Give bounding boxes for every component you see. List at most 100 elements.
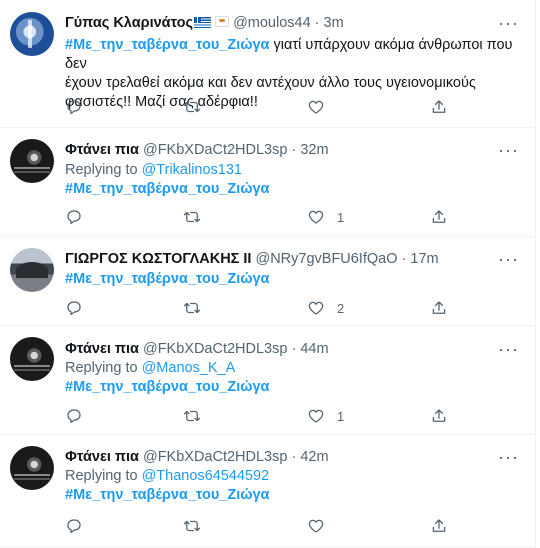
replying-to-label: Replying to (65, 360, 142, 376)
tweet-actions (65, 97, 465, 117)
like-button[interactable] (307, 97, 337, 117)
tweet-header: Φτάνει πια @FKbXDaCt2HDL3sp · 42m (65, 448, 496, 466)
reply-icon (65, 208, 83, 226)
like-count: 1 (337, 408, 345, 424)
more-icon[interactable]: ··· (498, 14, 518, 38)
hashtag-link[interactable]: #Με_την_ταβέρνα_του_Ζιώγα (65, 181, 269, 197)
reply-icon (65, 98, 83, 116)
like-count: 1 (337, 209, 345, 225)
avatar[interactable] (10, 12, 54, 56)
greek-flag-icon (194, 17, 212, 28)
timestamp[interactable]: 3m (324, 15, 344, 31)
tweet[interactable]: Φτάνει πια @FKbXDaCt2HDL3sp · 32m ··· Re… (0, 128, 536, 237)
hashtag-link[interactable]: #Με_την_ταβέρνα_του_Ζιώγα (65, 271, 269, 287)
like-icon (307, 98, 325, 116)
mention-link[interactable]: @Thanos64544592 (142, 468, 270, 484)
timestamp[interactable]: 32m (300, 142, 328, 158)
retweet-icon (183, 407, 201, 425)
share-button[interactable] (430, 97, 448, 117)
share-button[interactable] (430, 406, 448, 426)
like-button[interactable]: 2 (307, 298, 344, 318)
like-count: 2 (337, 300, 345, 316)
like-icon (307, 517, 325, 535)
reply-button[interactable] (65, 207, 83, 227)
avatar[interactable] (10, 337, 54, 381)
replying-to-label: Replying to (65, 162, 142, 178)
hashtag-link[interactable]: #Με_την_ταβέρνα_του_Ζιώγα (65, 487, 269, 503)
mention-link[interactable]: @Trikalinos131 (142, 162, 242, 178)
reply-button[interactable] (65, 516, 83, 536)
tweet-text: Replying to @Thanos64544592 #Με_την_ταβέ… (65, 467, 518, 505)
tweet-header: Φτάνει πια @FKbXDaCt2HDL3sp · 32m (65, 141, 496, 159)
timestamp[interactable]: 44m (300, 341, 328, 357)
like-button[interactable] (307, 516, 337, 536)
tweet[interactable]: Φτάνει πια @FKbXDaCt2HDL3sp · 44m ··· Re… (0, 326, 536, 435)
author-handle[interactable]: @FKbXDaCt2HDL3sp (143, 449, 287, 465)
retweet-button[interactable] (183, 207, 201, 227)
retweet-icon (183, 517, 201, 535)
separator: · (310, 15, 324, 31)
like-button[interactable]: 1 (307, 406, 344, 426)
tweet-text: Replying to @Manos_K_A #Με_την_ταβέρνα_τ… (65, 359, 518, 397)
tweet-actions: 1 (65, 207, 465, 227)
share-icon (430, 407, 448, 425)
like-icon (307, 208, 325, 226)
retweet-button[interactable] (183, 298, 201, 318)
like-button[interactable]: 1 (307, 207, 344, 227)
like-icon (307, 299, 325, 317)
timestamp[interactable]: 17m (410, 251, 438, 267)
separator: · (287, 142, 301, 158)
separator: · (287, 449, 301, 465)
separator: · (287, 341, 301, 357)
separator: · (397, 251, 411, 267)
share-icon (430, 299, 448, 317)
reply-button[interactable] (65, 298, 83, 318)
author-name[interactable]: ΓΙΩΡΓΟΣ ΚΩΣΤΟΓΛΑΚΗΣ ΙΙ (65, 251, 251, 267)
share-icon (430, 517, 448, 535)
cyprus-flag-icon (215, 16, 230, 27)
tweet-text: #Με_την_ταβέρνα_του_Ζιώγα (65, 270, 518, 289)
retweet-icon (183, 208, 201, 226)
reply-button[interactable] (65, 406, 83, 426)
retweet-icon (183, 98, 201, 116)
hashtag-link[interactable]: #Με_την_ταβέρνα_του_Ζιώγα (65, 37, 269, 53)
tweet-actions: 2 (65, 298, 465, 318)
author-handle[interactable]: @NRy7gvBFU6IfQaO (255, 251, 397, 267)
tweet-feed: Γύπας Κλαρινάτος @moulos44 · 3m ··· #Με_τ… (0, 0, 536, 548)
reply-icon (65, 407, 83, 425)
hashtag-link[interactable]: #Με_την_ταβέρνα_του_Ζιώγα (65, 379, 269, 395)
tweet-header: Φτάνει πια @FKbXDaCt2HDL3sp · 44m (65, 340, 496, 358)
mention-link[interactable]: @Manos_K_A (142, 360, 236, 376)
like-icon (307, 407, 325, 425)
tweet[interactable]: Γύπας Κλαρινάτος @moulos44 · 3m ··· #Με_τ… (0, 0, 536, 128)
author-handle[interactable]: @FKbXDaCt2HDL3sp (143, 142, 287, 158)
author-name[interactable]: Φτάνει πια (65, 449, 139, 465)
avatar[interactable] (10, 446, 54, 490)
tweet-header: Γύπας Κλαρινάτος @moulos44 · 3m (65, 14, 496, 32)
retweet-button[interactable] (183, 516, 201, 536)
avatar[interactable] (10, 248, 54, 292)
share-button[interactable] (430, 516, 448, 536)
reply-icon (65, 299, 83, 317)
reply-button[interactable] (65, 97, 83, 117)
avatar[interactable] (10, 139, 54, 183)
tweet-text: Replying to @Trikalinos131 #Με_την_ταβέρ… (65, 161, 518, 199)
timestamp[interactable]: 42m (300, 449, 328, 465)
tweet-actions: 1 (65, 406, 465, 426)
tweet-actions (65, 516, 465, 536)
author-name[interactable]: Φτάνει πια (65, 341, 139, 357)
tweet-header: ΓΙΩΡΓΟΣ ΚΩΣΤΟΓΛΑΚΗΣ ΙΙ @NRy7gvBFU6IfQaO … (65, 250, 496, 268)
retweet-button[interactable] (183, 97, 201, 117)
author-handle[interactable]: @moulos44 (233, 15, 311, 31)
author-handle[interactable]: @FKbXDaCt2HDL3sp (143, 341, 287, 357)
tweet[interactable]: Φτάνει πια @FKbXDaCt2HDL3sp · 42m ··· Re… (0, 435, 536, 548)
share-button[interactable] (430, 298, 448, 318)
author-name[interactable]: Φτάνει πια (65, 142, 139, 158)
share-button[interactable] (430, 207, 448, 227)
author-name[interactable]: Γύπας Κλαρινάτος (65, 15, 193, 31)
tweet-text-line: έχουν τρελαθεί ακόμα και δεν αντέχουν άλ… (65, 75, 476, 91)
retweet-button[interactable] (183, 406, 201, 426)
share-icon (430, 98, 448, 116)
replying-to-label: Replying to (65, 468, 142, 484)
tweet[interactable]: ΓΙΩΡΓΟΣ ΚΩΣΤΟΓΛΑΚΗΣ ΙΙ @NRy7gvBFU6IfQaO … (0, 237, 536, 326)
